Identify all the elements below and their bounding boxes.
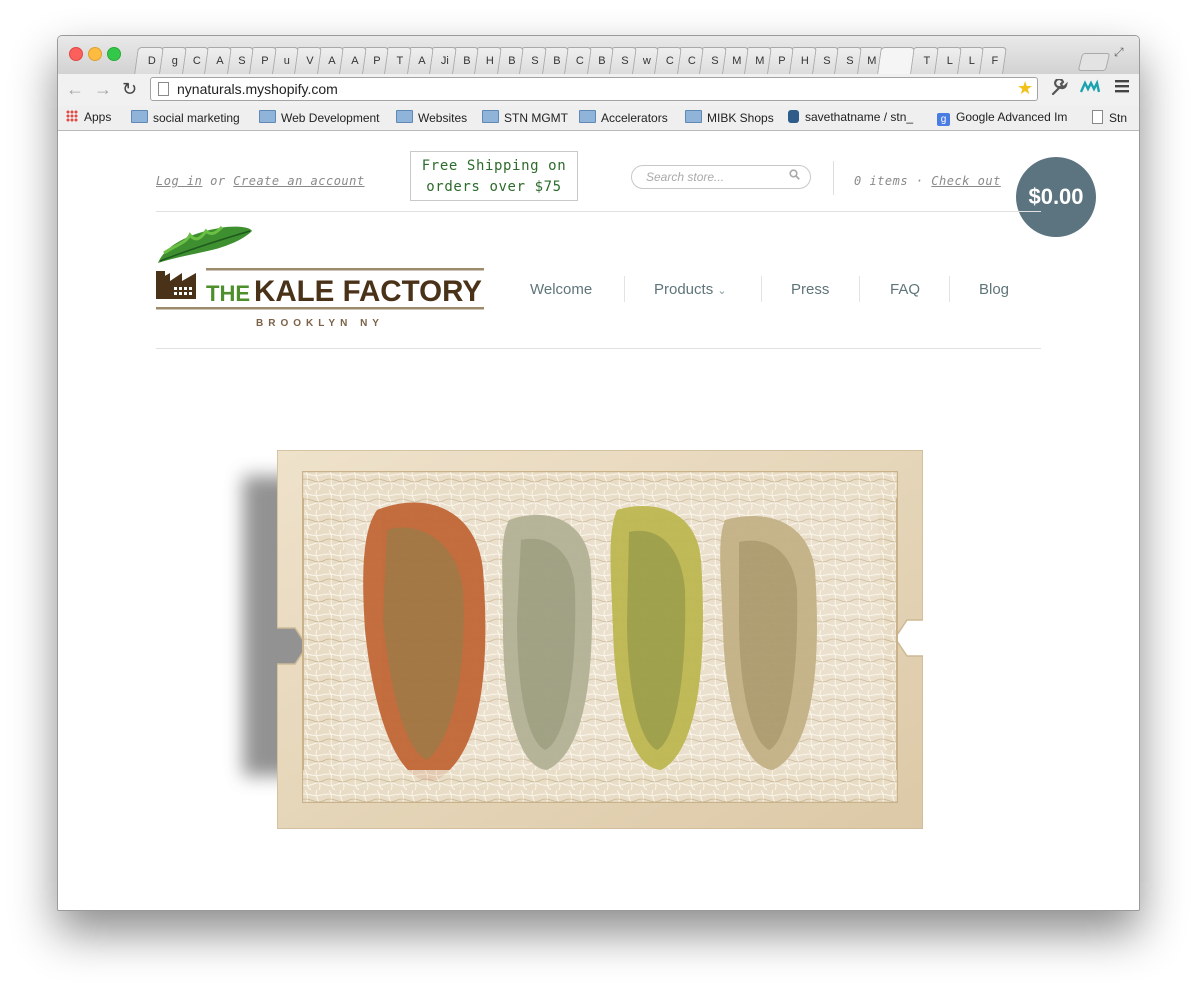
nav-item-products[interactable]: Products ⌄ [654,281,727,298]
nav-rule [156,348,1041,349]
nav-item-press[interactable]: Press [791,281,829,298]
nav-divider [949,276,950,302]
nav-divider [859,276,860,302]
header-divider [833,161,834,195]
menu-icon[interactable] [1115,78,1129,99]
browser-tab[interactable]: D [134,47,164,74]
cart-item-count: 0 items [854,174,909,188]
create-account-link[interactable]: Create an account [233,174,364,188]
cart-total-button[interactable]: $0.00 [1016,157,1096,237]
bookmark-savethatname[interactable]: savethatname / stn_ [788,110,913,124]
hero-kale-box-image[interactable] [276,449,924,830]
nav-divider [761,276,762,302]
bookmark-mibk-shops[interactable]: MIBK Shops [685,110,774,125]
or-text: or [210,174,226,188]
page-icon [158,82,169,96]
bookmark-social-marketing[interactable]: social marketing [131,110,240,125]
logo-tagline: BROOKLYN NY [256,318,384,329]
bookmark-stn[interactable]: Stn [1092,110,1127,125]
tab-title: T [923,55,931,67]
tab-strip: DgCASPuVAAPTAJiBHBSBCBSwCCSMMPHSSMTLLF ✕… [58,36,1139,74]
logo-word-kale-factory: KALE FACTORY [254,275,482,308]
bucket-icon [788,110,799,123]
new-tab-button[interactable] [1077,53,1111,71]
search-box[interactable] [631,165,811,189]
browser-window: DgCASPuVAAPTAJiBHBSBCBSwCCSMMPHSSMTLLF ✕… [57,35,1140,911]
window-minimize-button[interactable] [88,47,102,61]
nav-item-faq[interactable]: FAQ [890,281,920,298]
kale-factory-logo[interactable]: THE KALE FACTORY BROOKLYN NY [156,223,486,335]
folder-icon [685,110,702,123]
search-icon[interactable] [789,169,800,183]
google-icon: g [937,113,950,126]
folder-icon [579,110,596,123]
search-input[interactable] [646,170,786,184]
fullscreen-icon[interactable]: ⤢ [1114,45,1124,60]
logo-word-the: THE [206,281,250,306]
document-icon [1092,110,1103,124]
reload-icon[interactable]: ↻ [122,79,137,100]
separator-dot: · [915,174,924,188]
extension-icon[interactable] [1079,79,1101,100]
bookmark-websites[interactable]: Websites [396,110,467,125]
bookmark-google-advanced[interactable]: g Google Advanced Im [937,110,1067,126]
bookmark-stn-mgmt[interactable]: STN MGMT [482,110,568,125]
folder-icon [396,110,413,123]
window-zoom-button[interactable] [107,47,121,61]
bookmark-star-icon[interactable]: ★ [1017,78,1033,99]
nav-item-blog[interactable]: Blog [979,281,1009,298]
promo-line-2: orders over $75 [426,179,562,195]
url-text[interactable]: nynaturals.myshopify.com [177,81,338,97]
bookmark-accelerators[interactable]: Accelerators [579,110,668,125]
wrench-icon[interactable] [1050,78,1068,102]
chevron-down-icon: ⌄ [717,285,727,297]
nav-products-label: Products [654,281,714,298]
login-link[interactable]: Log in [156,174,202,188]
apps-grid-icon [66,110,78,122]
bookmarks-bar: Apps social marketing Web Development We… [58,106,1139,131]
back-arrow-icon[interactable]: ← [66,79,84,100]
account-links: Log in or Create an account [156,174,365,188]
folder-icon [259,110,276,123]
cart-summary: 0 items · Check out [854,174,1001,188]
web-page: Log in or Create an account Free Shippin… [58,131,1139,910]
folder-icon [482,110,499,123]
kale-box-illustration [276,449,924,830]
folder-icon [131,110,148,123]
browser-tab-active[interactable] [876,47,915,74]
tab-title: D [147,55,156,67]
promo-line-1: Free Shipping on [421,158,567,174]
address-bar[interactable]: nynaturals.myshopify.com ★ [150,77,1038,101]
nav-divider [624,276,625,302]
forward-arrow-icon[interactable]: → [94,79,112,100]
bookmark-web-development[interactable]: Web Development [259,110,380,125]
bookmark-apps[interactable]: Apps [66,110,111,124]
free-shipping-banner: Free Shipping on orders over $75 [410,151,578,201]
window-close-button[interactable] [69,47,83,61]
checkout-link[interactable]: Check out [931,174,1001,188]
nav-item-welcome[interactable]: Welcome [530,281,592,298]
browser-toolbar: ← → ↻ nynaturals.myshopify.com ★ [58,74,1139,106]
header-rule [156,211,1041,212]
